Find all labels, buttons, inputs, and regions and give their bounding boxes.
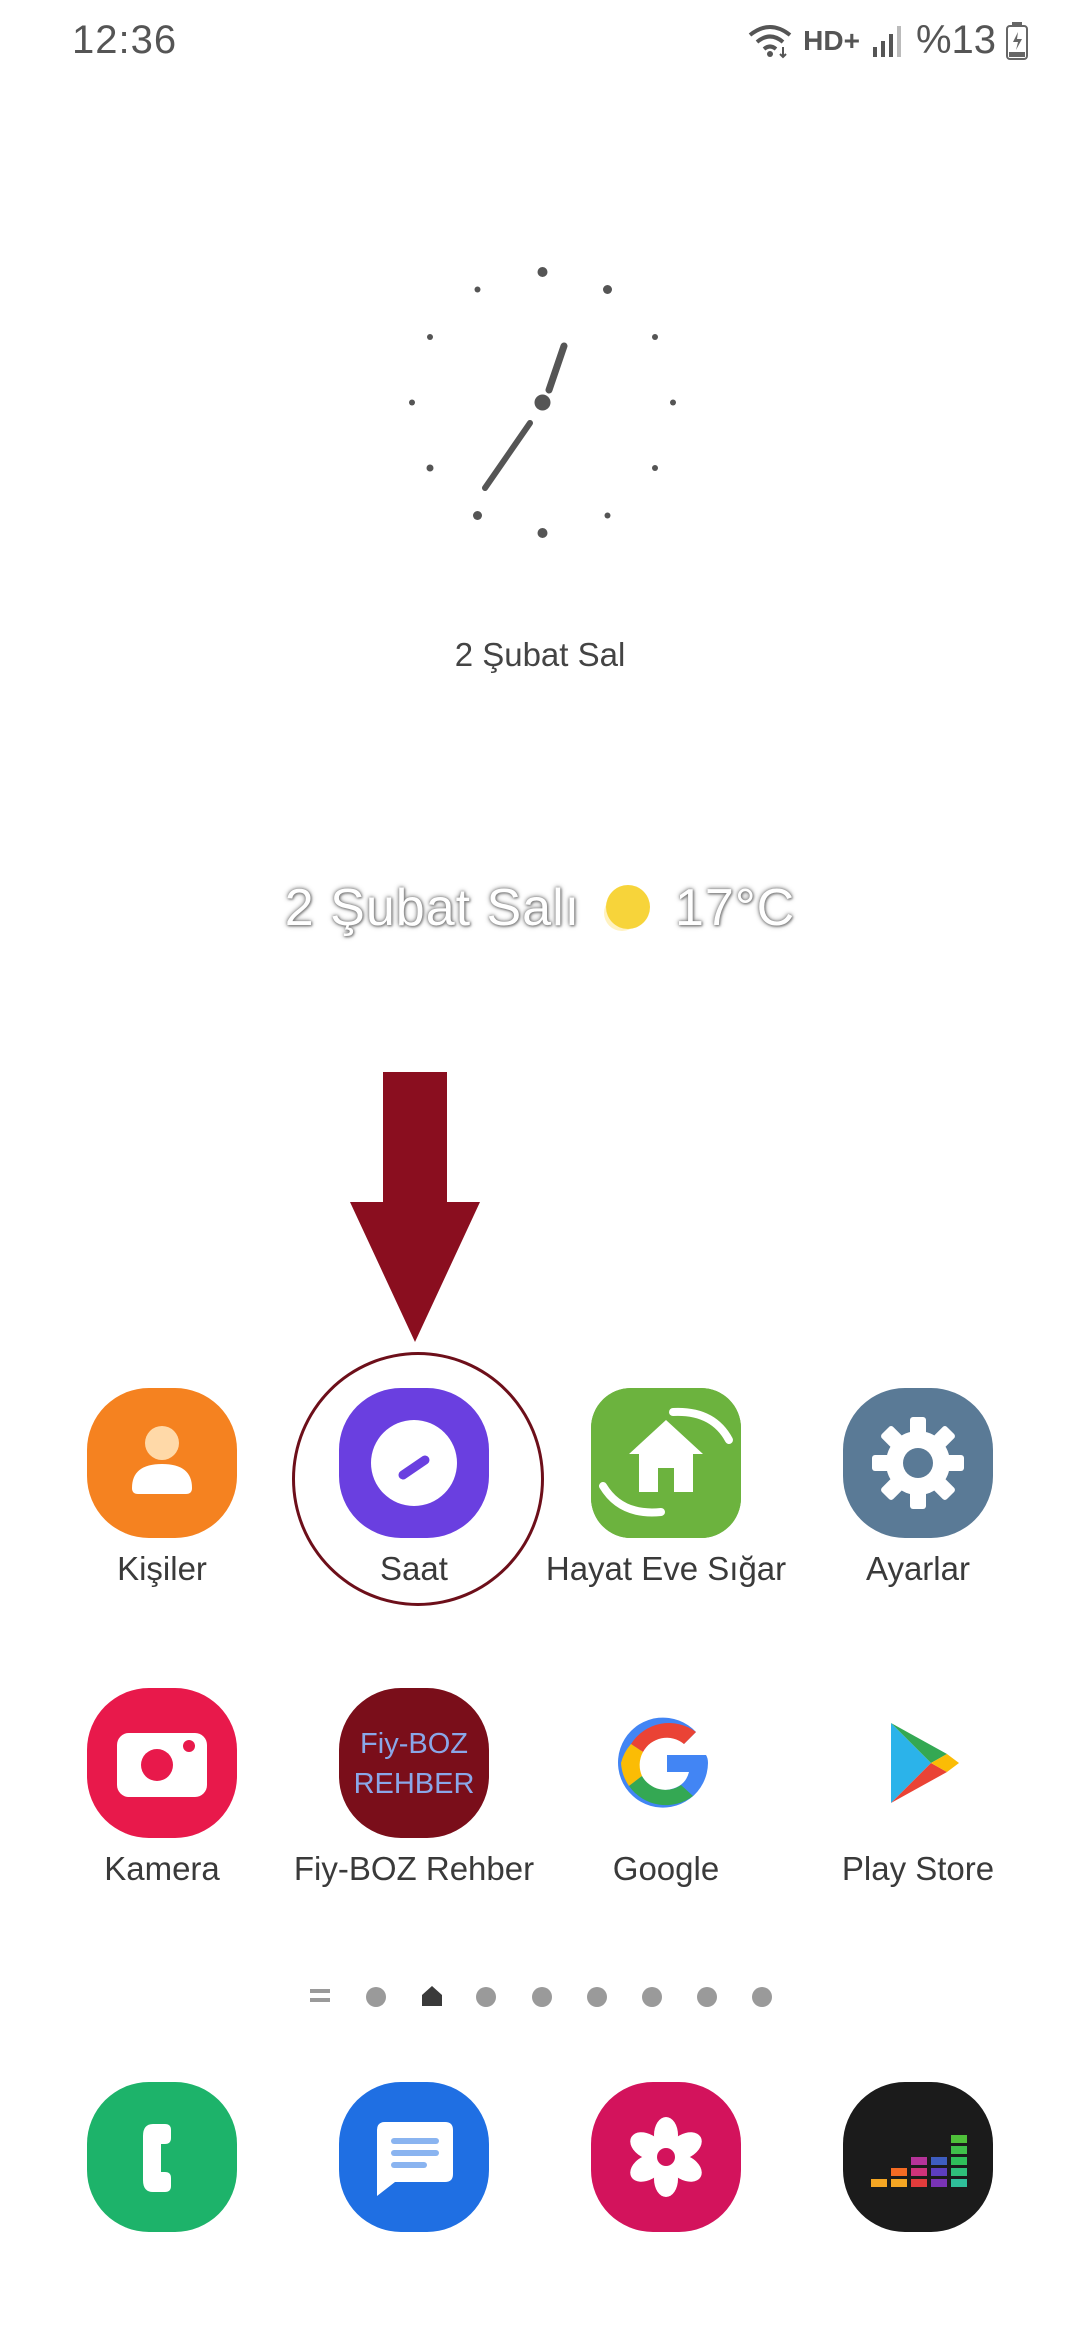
- app-label: Kişiler: [117, 1550, 207, 1587]
- page-dot[interactable]: [476, 1987, 496, 2007]
- app-google[interactable]: Google: [540, 1688, 792, 1888]
- dock-deezer-app[interactable]: [843, 2082, 993, 2232]
- status-icons: HD+ %13: [747, 18, 1028, 63]
- camera-icon: [87, 1688, 237, 1838]
- page-dot[interactable]: [642, 1987, 662, 2007]
- page-indicator[interactable]: [0, 1980, 1080, 2010]
- google-icon: [591, 1688, 741, 1838]
- play-store-icon: [843, 1688, 993, 1838]
- dock-messages-app[interactable]: [339, 2082, 489, 2232]
- weather-date: 2 Şubat Salı: [284, 879, 581, 937]
- fiyboz-icon-text-2: REHBER: [353, 1768, 475, 1800]
- app-hayat-eve-sigar[interactable]: Hayat Eve Sığar: [540, 1388, 792, 1588]
- weather-temperature: 17°C: [675, 879, 796, 937]
- page-dot[interactable]: [587, 1987, 607, 2007]
- home-page-icon[interactable]: [420, 1984, 444, 2008]
- signal-icon: [872, 25, 901, 57]
- battery-percent: %13: [915, 18, 996, 62]
- wifi-icon: [748, 24, 792, 58]
- contacts-icon: [87, 1388, 237, 1538]
- fiyboz-icon-text-1: Fiy-BOZ: [360, 1728, 468, 1760]
- app-ayarlar[interactable]: Ayarlar: [792, 1388, 1044, 1588]
- messages-icon: [377, 2122, 453, 2196]
- phone-icon: [143, 2124, 171, 2192]
- dock-gallery-app[interactable]: [591, 2082, 741, 2232]
- network-type-label: HD+: [803, 24, 860, 56]
- page-dot[interactable]: [532, 1987, 552, 2007]
- deezer-icon: [871, 2135, 967, 2187]
- home-screen: 12:36 HD+ %13 2 Şubat Sal 2 Şubat Salı 1…: [0, 0, 1080, 2340]
- app-label: Fiy-BOZ Rehber: [293, 1850, 535, 1887]
- app-label: Ayarlar: [866, 1550, 970, 1587]
- status-bar: 12:36 HD+ %13: [0, 0, 1080, 90]
- app-label: Play Store: [841, 1850, 995, 1887]
- sun-icon: [605, 885, 650, 930]
- battery-icon: [1006, 21, 1028, 60]
- page-dot[interactable]: [697, 1987, 717, 2007]
- flower-icon: [630, 2117, 702, 2197]
- page-dot[interactable]: [752, 1987, 772, 2007]
- app-label: Google: [612, 1850, 720, 1887]
- app-fiy-boz-rehber[interactable]: Fiy-BOZ REHBER Fiy-BOZ Rehber: [288, 1688, 540, 1888]
- app-kamera[interactable]: Kamera: [36, 1688, 288, 1888]
- status-time: 12:36: [72, 18, 178, 62]
- gear-icon: [843, 1388, 993, 1538]
- app-kisiler[interactable]: Kişiler: [36, 1388, 288, 1588]
- page-dot[interactable]: [366, 1987, 386, 2007]
- house-hands-icon: [591, 1388, 741, 1538]
- app-play-store[interactable]: Play Store: [792, 1688, 1044, 1888]
- dock-phone-app[interactable]: [87, 2082, 237, 2232]
- annotation-circle: [292, 1352, 544, 1606]
- analog-clock-widget[interactable]: [400, 260, 685, 545]
- menu-page-icon[interactable]: [308, 1986, 332, 2006]
- clock-date: 2 Şubat Sal: [454, 636, 626, 673]
- weather-widget[interactable]: 2 Şubat Salı 17°C: [0, 878, 1080, 938]
- annotation-arrow: [350, 1072, 480, 1342]
- fiyboz-icon: Fiy-BOZ REHBER: [339, 1688, 489, 1838]
- app-label: Hayat Eve Sığar: [545, 1550, 787, 1587]
- app-label: Kamera: [104, 1850, 220, 1887]
